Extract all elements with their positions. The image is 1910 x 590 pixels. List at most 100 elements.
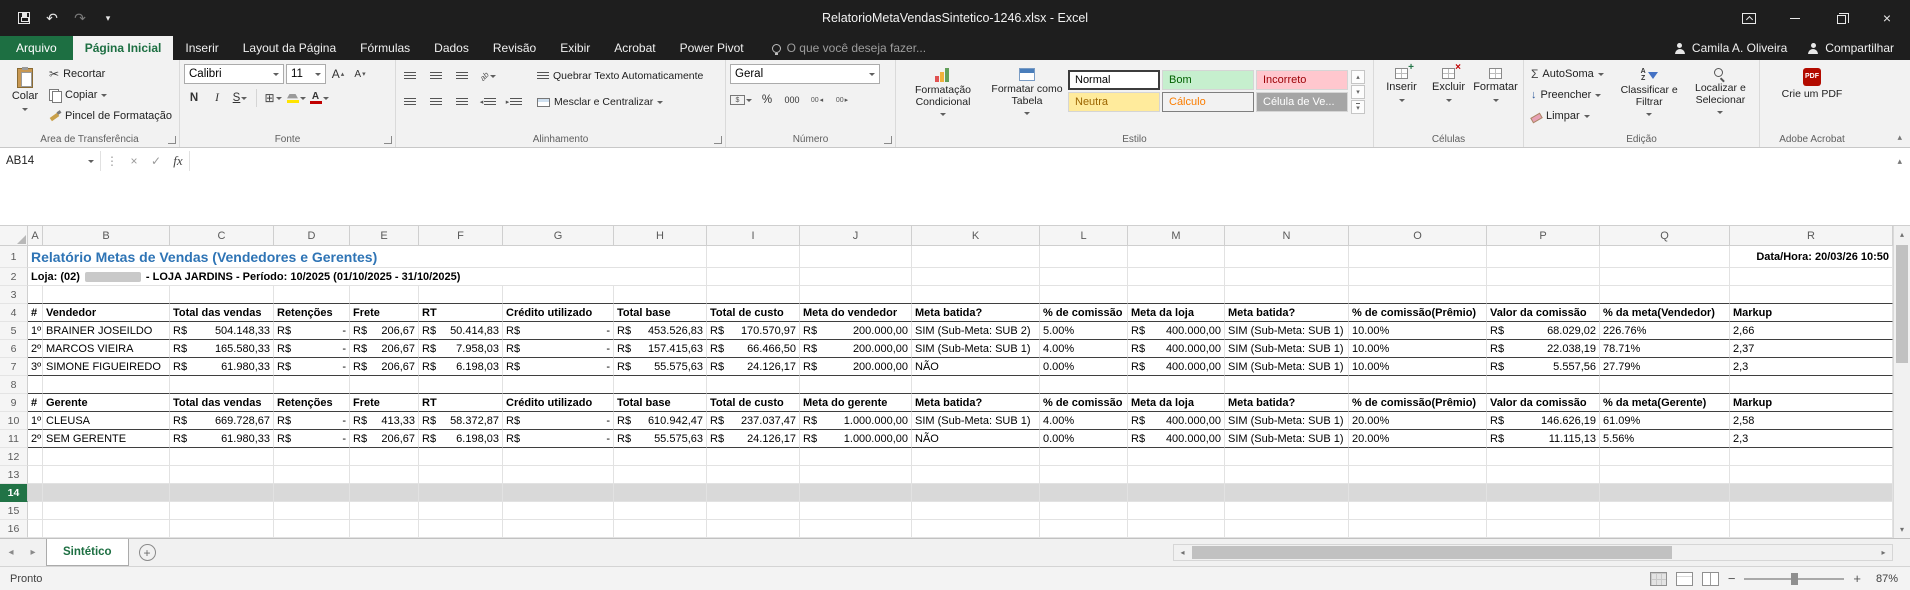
cell-R6[interactable]: 2,37 <box>1730 340 1893 358</box>
sheet-nav-right-arrow[interactable]: ▸ <box>22 547 44 558</box>
bold-button[interactable]: N <box>184 88 204 108</box>
cell-O11[interactable]: 20.00% <box>1349 430 1487 448</box>
cell-R9[interactable]: Markup <box>1730 394 1893 412</box>
cell-R4[interactable]: Markup <box>1730 304 1893 322</box>
cell-I10[interactable]: R$237.037,47 <box>707 412 800 430</box>
cell-Q9[interactable]: % da meta(Gerente) <box>1600 394 1730 412</box>
cell-R13[interactable] <box>1730 466 1893 484</box>
confirm-entry-button[interactable]: ✓ <box>145 154 167 168</box>
cell-I12[interactable] <box>707 448 800 466</box>
tab-power-pivot[interactable]: Power Pivot <box>668 36 756 60</box>
cell-E16[interactable] <box>350 520 419 538</box>
cell-B6[interactable]: MARCOS VIEIRA <box>43 340 170 358</box>
cell-N11[interactable]: SIM (Sub-Meta: SUB 1) <box>1225 430 1349 448</box>
cell-A12[interactable] <box>28 448 43 466</box>
cell-R10[interactable]: 2,58 <box>1730 412 1893 430</box>
zoom-slider-thumb[interactable] <box>1791 573 1798 585</box>
cell-C13[interactable] <box>170 466 274 484</box>
cell-P15[interactable] <box>1487 502 1600 520</box>
cell-L1[interactable] <box>1040 246 1128 268</box>
row-header-10[interactable]: 10 <box>0 412 28 430</box>
cell-I6[interactable]: R$66.466,50 <box>707 340 800 358</box>
percent-style-button[interactable]: % <box>757 90 777 110</box>
cell-K1[interactable] <box>912 246 1040 268</box>
cell-H16[interactable] <box>614 520 707 538</box>
cell-K11[interactable]: NÃO <box>912 430 1040 448</box>
cell-L12[interactable] <box>1040 448 1128 466</box>
row-header-8[interactable]: 8 <box>0 376 28 394</box>
cell-O5[interactable]: 10.00% <box>1349 322 1487 340</box>
cell-L2[interactable] <box>1040 268 1128 286</box>
normal-view-button[interactable] <box>1650 572 1667 586</box>
cell-P14[interactable] <box>1487 484 1600 502</box>
cell-G13[interactable] <box>503 466 614 484</box>
scroll-up-arrow[interactable]: ▴ <box>1894 226 1910 243</box>
column-header-J[interactable]: J <box>800 226 912 246</box>
row-header-1[interactable]: 1 <box>0 246 28 268</box>
cell-K15[interactable] <box>912 502 1040 520</box>
cell-M12[interactable] <box>1128 448 1225 466</box>
comma-style-button[interactable]: 000 <box>782 90 802 110</box>
customize-qat-button[interactable]: ▾ <box>96 6 120 30</box>
new-sheet-button[interactable]: + <box>139 544 156 561</box>
cell-style-neutra[interactable]: Neutra <box>1068 92 1160 112</box>
cell-style-normal[interactable]: Normal <box>1068 70 1160 90</box>
cell-H11[interactable]: R$55.575,63 <box>614 430 707 448</box>
zoom-level[interactable]: 87% <box>1870 573 1898 585</box>
paste-button[interactable]: Colar <box>4 64 46 128</box>
cell-J8[interactable] <box>800 376 912 394</box>
cell-G3[interactable] <box>503 286 614 304</box>
cell-J11[interactable]: R$1.000.000,00 <box>800 430 912 448</box>
row-header-16[interactable]: 16 <box>0 520 28 538</box>
cell-Q4[interactable]: % da meta(Vendedor) <box>1600 304 1730 322</box>
cell-C8[interactable] <box>170 376 274 394</box>
column-header-H[interactable]: H <box>614 226 707 246</box>
tab-acrobat[interactable]: Acrobat <box>602 36 667 60</box>
cell-C11[interactable]: R$61.980,33 <box>170 430 274 448</box>
cell-B5[interactable]: BRAINER JOSEILDO <box>43 322 170 340</box>
cell-J13[interactable] <box>800 466 912 484</box>
column-header-A[interactable]: A <box>28 226 43 246</box>
cell-P8[interactable] <box>1487 376 1600 394</box>
row-header-14[interactable]: 14 <box>0 484 28 502</box>
cell-Q5[interactable]: 226.76% <box>1600 322 1730 340</box>
zoom-in-button[interactable]: + <box>1853 571 1861 586</box>
cell-K7[interactable]: NÃO <box>912 358 1040 376</box>
cell-Q2[interactable] <box>1600 268 1730 286</box>
cell-J6[interactable]: R$200.000,00 <box>800 340 912 358</box>
cell-L14[interactable] <box>1040 484 1128 502</box>
cell-E9[interactable]: Frete <box>350 394 419 412</box>
cell-M2[interactable] <box>1128 268 1225 286</box>
cell-Q6[interactable]: 78.71% <box>1600 340 1730 358</box>
scroll-down-arrow[interactable]: ▾ <box>1894 521 1910 538</box>
cell-J1[interactable] <box>800 246 912 268</box>
cell-B15[interactable] <box>43 502 170 520</box>
column-header-M[interactable]: M <box>1128 226 1225 246</box>
cell-B16[interactable] <box>43 520 170 538</box>
cell-B4[interactable]: Vendedor <box>43 304 170 322</box>
cell-I1[interactable] <box>707 246 800 268</box>
dialog-launcher-icon[interactable] <box>714 136 722 144</box>
borders-button[interactable]: ⊞ <box>263 88 283 108</box>
cell-E13[interactable] <box>350 466 419 484</box>
column-header-P[interactable]: P <box>1487 226 1600 246</box>
hscroll-left-arrow[interactable]: ◂ <box>1174 545 1191 560</box>
cell-L10[interactable]: 4.00% <box>1040 412 1128 430</box>
cell-N6[interactable]: SIM (Sub-Meta: SUB 1) <box>1225 340 1349 358</box>
cell-L8[interactable] <box>1040 376 1128 394</box>
cell-M13[interactable] <box>1128 466 1225 484</box>
dialog-launcher-icon[interactable] <box>168 136 176 144</box>
zoom-slider[interactable] <box>1744 578 1844 580</box>
fill-button[interactable]: ↓ Preencher <box>1528 85 1613 105</box>
cell-style-incorreto[interactable]: Incorreto <box>1256 70 1348 90</box>
cell-J4[interactable]: Meta do vendedor <box>800 304 912 322</box>
align-right-button[interactable] <box>452 92 472 112</box>
cell-Q10[interactable]: 61.09% <box>1600 412 1730 430</box>
column-header-B[interactable]: B <box>43 226 170 246</box>
cell-N14[interactable] <box>1225 484 1349 502</box>
cell-D11[interactable]: R$- <box>274 430 350 448</box>
cell-H4[interactable]: Total base <box>614 304 707 322</box>
cell-B7[interactable]: SIMONE FIGUEIREDO <box>43 358 170 376</box>
cell-L9[interactable]: % de comissão <box>1040 394 1128 412</box>
cell-M9[interactable]: Meta da loja <box>1128 394 1225 412</box>
